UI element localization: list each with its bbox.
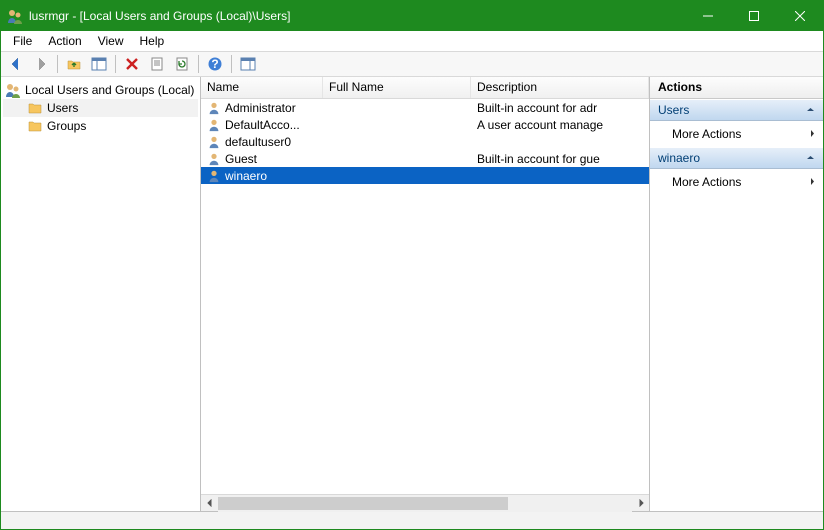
show-hide-tree-button[interactable]	[88, 53, 110, 75]
menu-action[interactable]: Action	[40, 32, 89, 50]
app-window: lusrmgr - [Local Users and Groups (Local…	[0, 0, 824, 530]
close-button[interactable]	[777, 1, 823, 31]
minimize-button[interactable]	[685, 1, 731, 31]
actions-item[interactable]: More Actions	[650, 121, 823, 147]
cell-name: Administrator	[225, 101, 296, 115]
actions-pane-title: Actions	[650, 77, 823, 99]
column-header-name[interactable]: Name	[201, 77, 323, 98]
scroll-thumb[interactable]	[218, 497, 508, 510]
cell-description: Built-in account for gue	[471, 152, 649, 166]
menu-view[interactable]: View	[90, 32, 132, 50]
list-pane: Name Full Name Description Administrator…	[201, 77, 650, 511]
cell-description: A user account manage	[471, 118, 649, 132]
menu-file[interactable]: File	[5, 32, 40, 50]
list-row[interactable]: defaultuser0	[201, 133, 649, 150]
properties-button[interactable]	[146, 53, 168, 75]
toolbar-separator	[57, 55, 58, 73]
list-row[interactable]: Guest Built-in account for gue	[201, 150, 649, 167]
cell-name: DefaultAcco...	[225, 118, 300, 132]
cell-name: winaero	[225, 169, 267, 183]
cell-name: defaultuser0	[225, 135, 291, 149]
svg-text:?: ?	[211, 57, 218, 71]
actions-section-title: Users	[658, 103, 689, 117]
app-icon	[7, 8, 23, 24]
tree-node-groups[interactable]: Groups	[3, 117, 198, 135]
show-hide-action-pane-button[interactable]	[237, 53, 259, 75]
tree-node-users[interactable]: Users	[3, 99, 198, 117]
list-row[interactable]: DefaultAcco... A user account manage	[201, 116, 649, 133]
scroll-track[interactable]	[218, 495, 632, 512]
list-row[interactable]: Administrator Built-in account for adr	[201, 99, 649, 116]
refresh-button[interactable]	[171, 53, 193, 75]
nav-forward-button[interactable]	[30, 53, 52, 75]
tree-node-label: Groups	[47, 119, 86, 133]
list-header: Name Full Name Description	[201, 77, 649, 99]
list-row[interactable]: winaero	[201, 167, 649, 184]
chevron-up-icon	[806, 103, 815, 117]
toolbar-separator	[198, 55, 199, 73]
title-bar: lusrmgr - [Local Users and Groups (Local…	[1, 1, 823, 31]
column-header-description[interactable]: Description	[471, 77, 649, 98]
actions-item-label: More Actions	[672, 175, 741, 189]
maximize-button[interactable]	[731, 1, 777, 31]
folder-icon	[27, 100, 43, 116]
tree-node-label: Users	[47, 101, 78, 115]
tree-pane: Local Users and Groups (Local) Users Gro…	[1, 77, 201, 511]
actions-section-title: winaero	[658, 151, 700, 165]
tree-root-label: Local Users and Groups (Local)	[25, 83, 194, 97]
help-button[interactable]: ?	[204, 53, 226, 75]
scroll-left-button[interactable]	[201, 495, 218, 512]
toolbar-separator	[115, 55, 116, 73]
menu-help[interactable]: Help	[132, 32, 173, 50]
tree-root[interactable]: Local Users and Groups (Local)	[3, 81, 198, 99]
column-header-full-name[interactable]: Full Name	[323, 77, 471, 98]
up-one-level-button[interactable]	[63, 53, 85, 75]
chevron-right-icon	[808, 175, 817, 189]
actions-section-header[interactable]: winaero	[650, 147, 823, 169]
scroll-right-button[interactable]	[632, 495, 649, 512]
status-bar	[1, 511, 823, 529]
cell-description: Built-in account for adr	[471, 101, 649, 115]
body-area: Local Users and Groups (Local) Users Gro…	[1, 77, 823, 511]
actions-item-label: More Actions	[672, 127, 741, 141]
users-groups-icon	[5, 82, 21, 98]
actions-pane: Actions Users More Actions winaero More Act…	[650, 77, 823, 511]
nav-back-button[interactable]	[5, 53, 27, 75]
menu-bar: File Action View Help	[1, 31, 823, 51]
horizontal-scrollbar[interactable]	[201, 494, 649, 511]
actions-item[interactable]: More Actions	[650, 169, 823, 195]
window-controls	[685, 1, 823, 31]
list-body[interactable]: AdministratorBuilt-in account for adrDef…	[201, 99, 649, 494]
delete-button[interactable]	[121, 53, 143, 75]
chevron-up-icon	[806, 151, 815, 165]
toolbar: ?	[1, 51, 823, 77]
chevron-right-icon	[808, 127, 817, 141]
cell-name: Guest	[225, 152, 257, 166]
actions-section-header[interactable]: Users	[650, 99, 823, 121]
window-title: lusrmgr - [Local Users and Groups (Local…	[29, 9, 685, 23]
folder-icon	[27, 118, 43, 134]
toolbar-separator	[231, 55, 232, 73]
